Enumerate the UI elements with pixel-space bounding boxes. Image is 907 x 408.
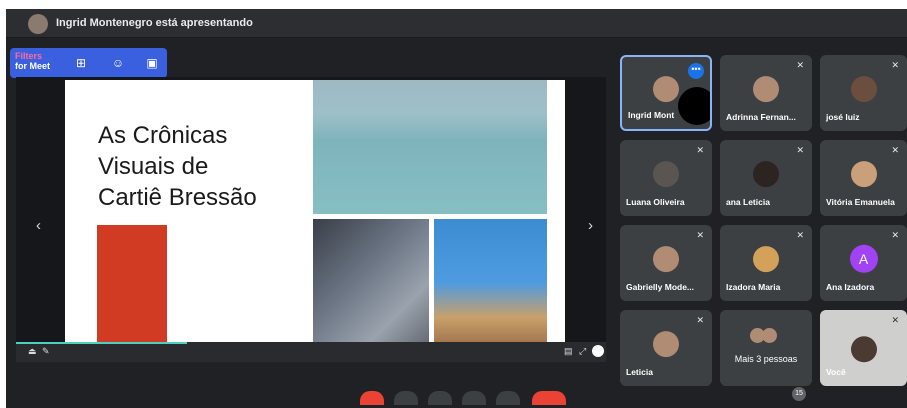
filters-logo-line1: Filters [15, 51, 43, 61]
slide-title-line: Visuais de [98, 153, 209, 180]
muted-mic-icon: ✕ [796, 60, 804, 70]
participant-tile[interactable]: ✕ Luana Oliveira [620, 140, 712, 216]
participant-name: Leticia [626, 367, 653, 377]
muted-mic-icon: ✕ [796, 230, 804, 240]
pencil-icon[interactable]: ✎ [42, 346, 50, 357]
participant-initial-avatar: A [849, 244, 878, 273]
participant-tile[interactable]: ✕ josé luiz [820, 55, 907, 131]
muted-mic-icon: ✕ [696, 145, 704, 155]
participant-name: Adrinna Fernan... [726, 112, 796, 122]
participant-avatar [753, 161, 779, 188]
presentation-stage: ‹ As Crônicas Visuais de Cartiê Bressão … [16, 77, 606, 362]
self-avatar [850, 336, 877, 363]
comment-icon[interactable]: ▣ [143, 55, 161, 71]
participant-tile[interactable]: ✕ ana Leticia [720, 140, 812, 216]
participant-name: ana Leticia [726, 197, 770, 207]
bus-photo [313, 219, 429, 360]
self-view-tile[interactable]: ✕ Você [820, 310, 907, 386]
add-filter-icon[interactable]: ⊞ [72, 55, 90, 71]
participant-avatar [850, 161, 877, 188]
fullscreen-icon[interactable]: ⤢ [579, 346, 586, 357]
participant-avatar [653, 331, 679, 358]
participant-avatar [753, 76, 779, 103]
slide-title-line: As Crônicas [98, 122, 228, 149]
sea-photo [313, 80, 547, 214]
end-call-button[interactable] [532, 391, 566, 405]
more-participants-tile[interactable]: Mais 3 pessoas [720, 310, 812, 386]
muted-mic-icon: ✕ [891, 145, 899, 155]
presentation-banner: Ingrid Montenegro está apresentando [6, 9, 907, 38]
participant-avatar [850, 76, 877, 103]
participant-name: Ana Izadora [826, 282, 875, 292]
meet-window: Ingrid Montenegro está apresentando Filt… [6, 9, 907, 408]
participant-name: Izadora Maria [726, 282, 781, 292]
captions-button[interactable] [428, 391, 452, 405]
presenting-label: Ingrid Montenegro está apresentando [56, 17, 253, 29]
slide-red-bar [97, 225, 167, 360]
participant-tile[interactable]: ✕ Gabrielly Mode... [620, 225, 712, 301]
presenter-avatar [28, 14, 48, 34]
participant-name: josé luiz [826, 112, 860, 122]
muted-mic-icon: ✕ [696, 315, 704, 325]
muted-mic-icon: ✕ [796, 145, 804, 155]
participant-avatar [653, 76, 679, 103]
more-button[interactable] [496, 391, 520, 405]
more-options-icon[interactable]: ••• [688, 63, 704, 79]
presentation-progress [16, 342, 188, 344]
participant-name: Gabrielly Mode... [626, 282, 695, 292]
filters-logo-line2: for Meet [15, 61, 51, 71]
participant-avatar [653, 161, 679, 188]
participant-tile[interactable]: ✕ Izadora Maria [720, 225, 812, 301]
participant-tile[interactable]: ✕ Adrinna Fernan... [720, 55, 812, 131]
slide-title: As Crônicas Visuais de Cartiê Bressão [98, 120, 308, 213]
participant-avatar [653, 246, 679, 273]
occlusion-mark [678, 87, 710, 125]
captions-icon[interactable]: ▤ [564, 346, 573, 357]
share-icon[interactable]: ⏏ [28, 346, 37, 357]
mic-button[interactable] [360, 391, 384, 405]
camera-button[interactable] [394, 391, 418, 405]
muted-mic-icon: ✕ [696, 230, 704, 240]
more-participants-label: Mais 3 pessoas [734, 354, 798, 364]
present-button[interactable] [462, 391, 486, 405]
participant-avatar [753, 246, 779, 273]
participant-count-badge: 15 [792, 387, 806, 401]
participant-name: Você [826, 367, 846, 377]
next-slide-icon[interactable]: › [588, 217, 593, 234]
participant-tile[interactable]: ••• Ingrid Mont [620, 55, 712, 131]
more-options-icon[interactable] [592, 345, 604, 357]
participant-tile[interactable]: ✕ Vitória Emanuela [820, 140, 907, 216]
presentation-controls: ⏏ ✎ ▤ ⤢ [16, 342, 606, 362]
participant-name: Luana Oliveira [626, 197, 685, 207]
slide-title-line: Cartiê Bressão [98, 184, 257, 211]
muted-mic-icon: ✕ [891, 60, 899, 70]
smiley-icon[interactable]: ☺ [109, 55, 127, 71]
participant-name: Ingrid Mont [628, 110, 675, 120]
participant-name: Vitória Emanuela [826, 197, 895, 207]
participant-tile[interactable]: ✕ A Ana Izadora [820, 225, 907, 301]
muted-mic-icon: ✕ [891, 230, 899, 240]
previous-slide-icon[interactable]: ‹ [36, 217, 41, 234]
participant-avatars [750, 328, 784, 344]
curlers-photo [434, 219, 547, 360]
participant-tile[interactable]: ✕ Leticia [620, 310, 712, 386]
filters-for-meet-toolbar: Filters for Meet ⊞ ☺ ▣ [10, 48, 167, 78]
muted-mic-icon: ✕ [891, 315, 899, 325]
filters-logo: Filters for Meet [15, 51, 50, 71]
slide: As Crônicas Visuais de Cartiê Bressão [65, 80, 565, 360]
